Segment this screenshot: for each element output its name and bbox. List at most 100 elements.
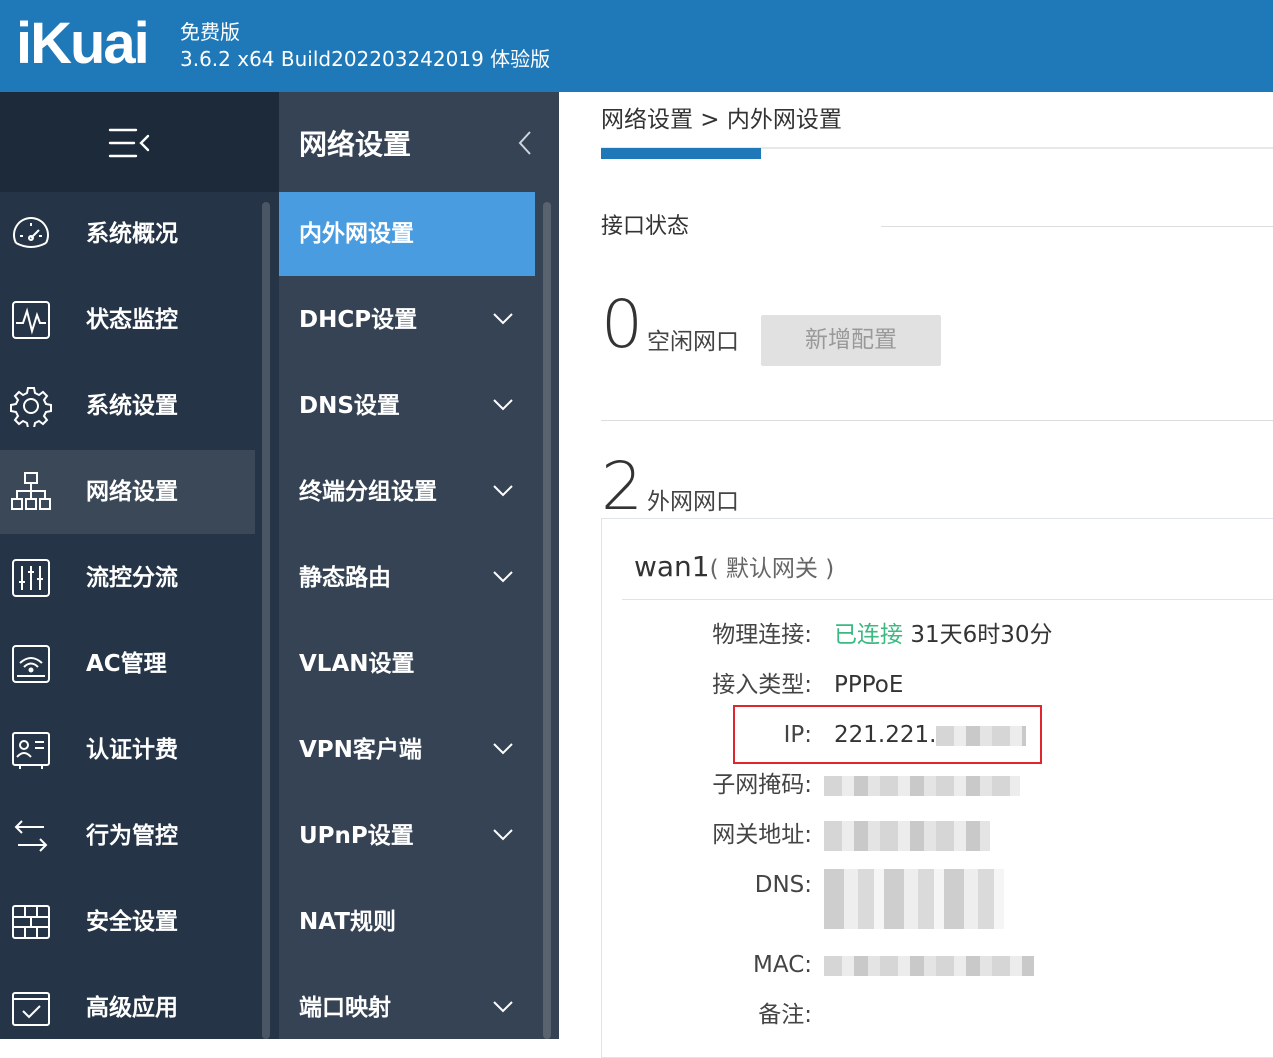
- chevron-down-icon: [493, 829, 513, 841]
- subnet-mask-label: 子网掩码:: [712, 772, 812, 798]
- gateway-value: [824, 819, 990, 851]
- primary-sidebar: 系统概况 状态监控 系统设置 网络设置 流控分流 AC管理 认证计费 行为管控 …: [0, 92, 279, 1039]
- subnav-item-terminal-groups[interactable]: 终端分组设置: [279, 450, 535, 534]
- redacted-blur: [824, 955, 1034, 976]
- row-note: 备注:: [602, 999, 1273, 1031]
- subnav-item-label: 内外网设置: [299, 221, 414, 247]
- subnav-item-nat[interactable]: NAT规则: [279, 880, 535, 964]
- note-label: 备注:: [758, 1002, 812, 1028]
- dns-label: DNS:: [754, 872, 812, 898]
- chevron-down-icon: [493, 485, 513, 497]
- redacted-blur: [824, 820, 990, 851]
- row-access-type: 接入类型: PPPoE: [602, 669, 1273, 701]
- add-config-button[interactable]: 新增配置: [761, 315, 941, 366]
- sidebar-item-ac-management[interactable]: AC管理: [0, 622, 255, 706]
- subnav-item-label: 终端分组设置: [299, 479, 437, 505]
- firewall-brick-icon: [12, 905, 50, 939]
- sidebar-item-traffic-control[interactable]: 流控分流: [0, 536, 255, 620]
- sliders-icon: [12, 559, 50, 597]
- chevron-down-icon: [493, 313, 513, 325]
- section-title-line: [881, 226, 1273, 227]
- subnav-item-port-forward[interactable]: 端口映射: [279, 966, 535, 1050]
- wan-port-count: 2: [601, 448, 643, 525]
- sidebar-item-overview[interactable]: 系统概况: [0, 192, 255, 276]
- subnav-item-label: DHCP设置: [299, 307, 418, 333]
- subnav-item-label: VLAN设置: [299, 651, 415, 677]
- sidebar-item-monitor[interactable]: 状态监控: [0, 278, 255, 362]
- wan-card-title: wan1( 默认网关 ): [634, 551, 834, 585]
- subnav-item-label: UPnP设置: [299, 823, 414, 849]
- wan1-card[interactable]: wan1( 默认网关 ) 物理连接: 已连接 31天6时30分 接入类型: PP…: [601, 518, 1273, 1058]
- sidebar-item-label: 网络设置: [86, 479, 178, 505]
- sidebar-item-network-settings[interactable]: 网络设置: [0, 450, 255, 534]
- wan-name: wan1: [634, 550, 710, 583]
- sidebar-item-label: 安全设置: [86, 909, 178, 935]
- gateway-label: 网关地址:: [712, 822, 812, 848]
- redacted-blur: [824, 775, 1020, 796]
- pulse-monitor-icon: [12, 301, 50, 339]
- sidebar-item-system-settings[interactable]: 系统设置: [0, 364, 255, 448]
- subnav-item-label: NAT规则: [299, 909, 396, 935]
- checkbox-app-icon: [12, 992, 50, 1026]
- wan-port-label: 外网网口: [647, 489, 739, 515]
- top-bar: iKuai 免费版 3.6.2 x64 Build202203242019 体验…: [0, 0, 1273, 92]
- idle-port-label: 空闲网口: [647, 329, 739, 355]
- default-gateway-tag: ( 默认网关 ): [709, 556, 835, 582]
- edition-label: 免费版: [180, 20, 240, 44]
- sidebar-item-label: 状态监控: [86, 307, 178, 333]
- subnav-item-dhcp[interactable]: DHCP设置: [279, 278, 535, 362]
- sidebar-item-advanced[interactable]: 高级应用: [0, 966, 255, 1050]
- uptime-value: 31天6时30分: [910, 622, 1053, 648]
- version-label: 3.6.2 x64 Build202203242019 体验版: [180, 47, 551, 71]
- breadcrumb: 网络设置 > 内外网设置: [601, 107, 842, 133]
- subnav-item-vlan[interactable]: VLAN设置: [279, 622, 535, 706]
- chevron-down-icon: [493, 743, 513, 755]
- id-card-icon: [12, 732, 50, 769]
- dns-redacted-blur: [824, 869, 1004, 929]
- subnav-item-label: DNS设置: [299, 393, 400, 419]
- subnav-item-upnp[interactable]: UPnP设置: [279, 794, 535, 878]
- chevron-left-icon[interactable]: [517, 130, 533, 156]
- section-divider: [601, 420, 1273, 421]
- sidebar-scrollbar[interactable]: [262, 202, 270, 1039]
- physical-value: 已连接 31天6时30分: [834, 619, 1052, 651]
- row-gateway: 网关地址:: [602, 819, 1273, 851]
- sidebar-item-behavior-control[interactable]: 行为管控: [0, 794, 255, 878]
- sidebar-item-auth-billing[interactable]: 认证计费: [0, 708, 255, 792]
- main-content: 网络设置 > 内外网设置 接口状态 0 空闲网口 新增配置 2 外网网口 wan…: [559, 92, 1273, 1058]
- physical-label: 物理连接:: [712, 622, 812, 648]
- access-type-label: 接入类型:: [712, 672, 812, 698]
- sidebar-header: [0, 92, 279, 192]
- subnav-item-dns[interactable]: DNS设置: [279, 364, 535, 448]
- subnav-item-vpn-client[interactable]: VPN客户端: [279, 708, 535, 792]
- chevron-down-icon: [493, 399, 513, 411]
- connected-status: 已连接: [834, 622, 903, 648]
- secondary-sidebar: 网络设置 内外网设置 DHCP设置 DNS设置 终端分组设置 静态路由 VLAN…: [279, 92, 559, 1039]
- collapse-menu-icon[interactable]: [108, 126, 152, 160]
- mac-value: [824, 949, 1034, 981]
- subnav-item-label: VPN客户端: [299, 737, 422, 763]
- sidebar-item-label: 认证计费: [86, 737, 178, 763]
- sidebar-item-label: 系统概况: [86, 221, 178, 247]
- subnav-scrollbar[interactable]: [543, 202, 551, 1039]
- dashboard-gauge-icon: [13, 217, 49, 248]
- secondary-sidebar-title: 网络设置: [299, 128, 412, 161]
- chevron-down-icon: [493, 1001, 513, 1013]
- network-topology-icon: [11, 472, 51, 510]
- ip-highlight-box: [733, 705, 1042, 764]
- subnav-item-static-route[interactable]: 静态路由: [279, 536, 535, 620]
- swap-arrows-icon: [14, 820, 48, 852]
- subnav-item-lan-wan[interactable]: 内外网设置: [279, 192, 535, 276]
- subnav-item-label: 静态路由: [299, 565, 391, 591]
- section-title: 接口状态: [601, 214, 690, 239]
- active-tab-indicator: [601, 148, 761, 159]
- sidebar-item-label: 流控分流: [86, 565, 178, 591]
- sidebar-item-security[interactable]: 安全设置: [0, 880, 255, 964]
- wifi-ap-icon: [12, 645, 50, 683]
- sidebar-item-label: AC管理: [86, 651, 167, 677]
- chevron-down-icon: [493, 571, 513, 583]
- card-divider: [622, 599, 1273, 600]
- subnav-item-label: 端口映射: [299, 995, 391, 1021]
- mac-label: MAC:: [753, 952, 812, 978]
- row-physical: 物理连接: 已连接 31天6时30分: [602, 619, 1273, 651]
